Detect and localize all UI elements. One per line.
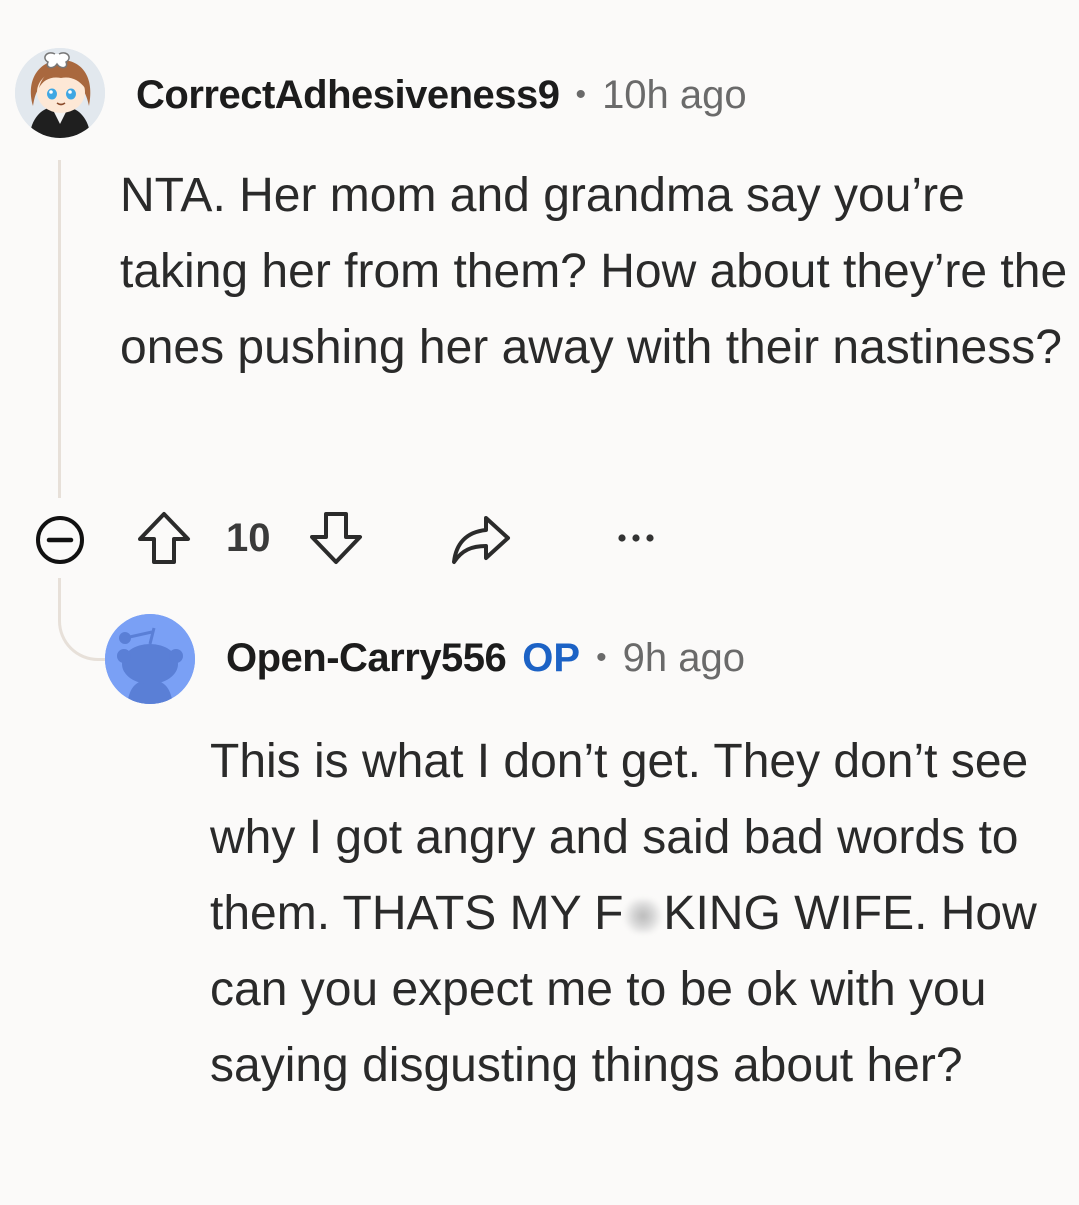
upvote-arrow-icon[interactable] (136, 508, 192, 568)
comment-header: Open-Carry556 OP • 9h ago (226, 633, 745, 683)
username[interactable]: Open-Carry556 (226, 636, 507, 681)
more-options-icon[interactable] (614, 524, 658, 552)
op-badge: OP (522, 635, 581, 680)
downvote-arrow-icon[interactable] (308, 508, 364, 568)
user-avatar[interactable] (15, 48, 105, 138)
censor-blur (623, 899, 664, 934)
collapse-minus-icon[interactable] (32, 512, 88, 568)
reply-thread-connector (58, 578, 109, 661)
default-snoo-icon (105, 614, 195, 704)
meta-separator: • (575, 78, 587, 111)
snoo-avatar-icon (15, 48, 105, 138)
username[interactable]: CorrectAdhesiveness9 (136, 73, 560, 118)
vote-count: 10 (226, 516, 271, 560)
share-arrow-icon[interactable] (450, 512, 512, 568)
comment-body: NTA. Her mom and grandma say you’re taki… (120, 169, 1068, 374)
meta-separator: • (596, 641, 607, 674)
comment-timestamp: 10h ago (602, 72, 747, 117)
user-avatar[interactable] (105, 614, 195, 704)
comment-timestamp: 9h ago (622, 635, 745, 680)
comment-header: CorrectAdhesiveness9 • 10h ago (136, 70, 747, 120)
comment-body: This is what I don’t get. They don’t see… (210, 724, 1075, 1104)
thread-line[interactable] (58, 160, 61, 498)
